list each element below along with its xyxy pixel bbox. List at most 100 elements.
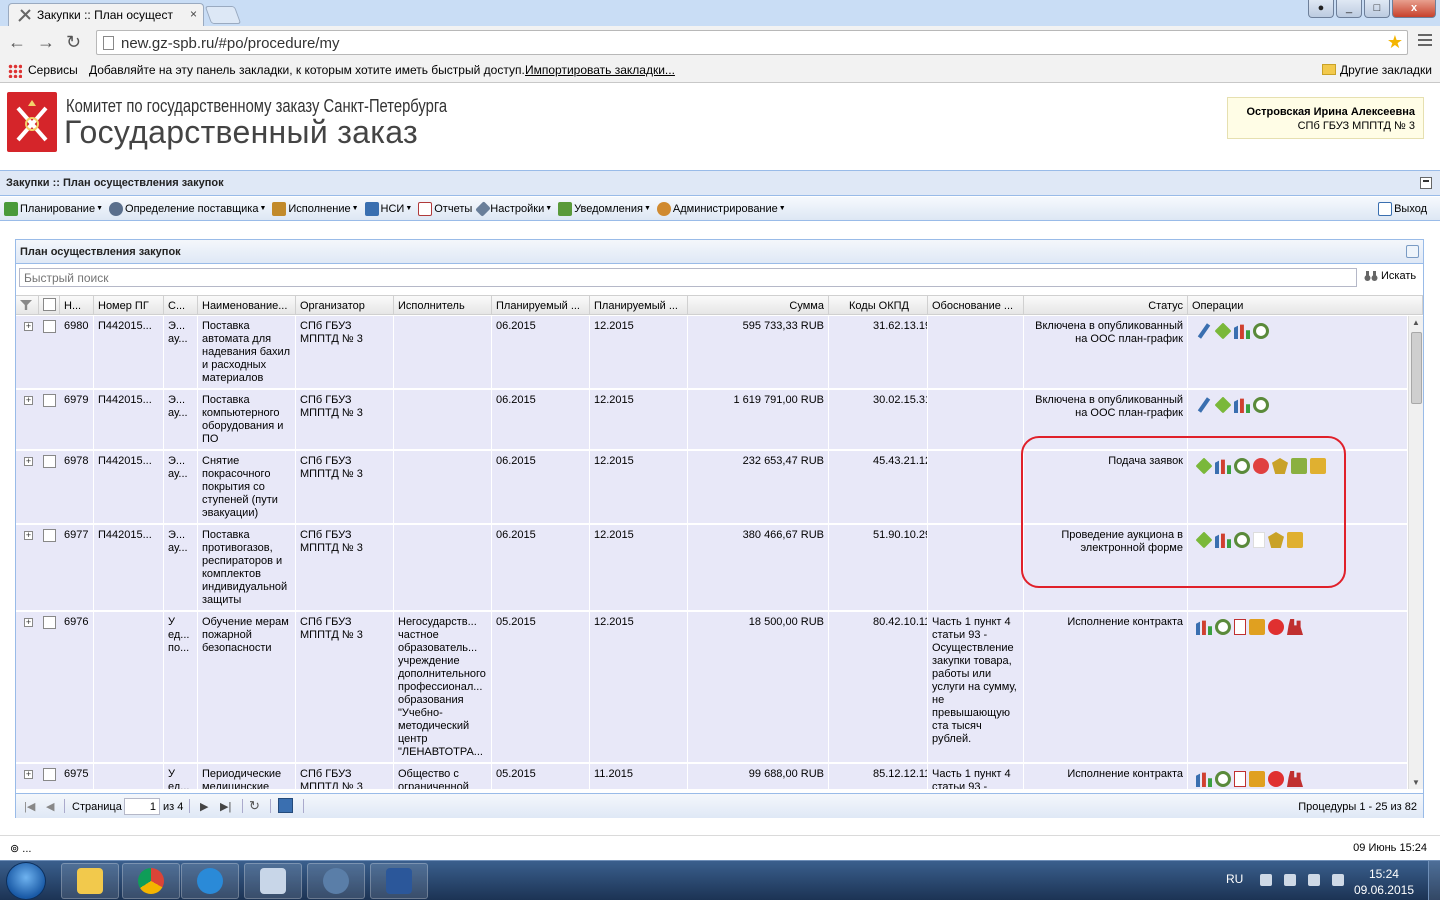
chart-icon[interactable] <box>1234 398 1250 413</box>
first-page-icon[interactable]: |◀ <box>24 800 35 813</box>
grid-vertical-scrollbar[interactable]: ▲ ▼ <box>1408 316 1423 789</box>
close-window-button[interactable]: x <box>1392 0 1436 18</box>
refresh-panel-icon[interactable] <box>1406 245 1419 258</box>
column-header-number[interactable]: Н... <box>60 296 94 315</box>
column-header-name[interactable]: Наименование... <box>198 296 296 315</box>
new-tab-button[interactable] <box>204 6 242 24</box>
url-input[interactable]: new.gz-spb.ru/#po/procedure/my ★ <box>96 30 1408 55</box>
taskbar-gz-app[interactable] <box>244 863 302 899</box>
page-number-input[interactable] <box>124 798 160 815</box>
column-header-planned-start[interactable]: Планируемый ... <box>492 296 590 315</box>
back-arrow-icon[interactable]: ← <box>8 33 26 51</box>
forward-arrow-icon[interactable]: → <box>37 33 55 51</box>
menu-reports[interactable]: Отчеты <box>418 201 472 216</box>
row-expand-icon[interactable]: + <box>24 322 33 331</box>
tab-close-icon[interactable]: × <box>190 7 197 21</box>
row-checkbox[interactable] <box>43 320 56 333</box>
volume-icon[interactable] <box>1332 874 1344 886</box>
table-row[interactable]: +6980 П442015... Э... ау... Поставка автома… <box>16 316 1408 389</box>
save-disk-icon[interactable] <box>278 798 293 813</box>
row-expand-icon[interactable]: + <box>24 457 33 466</box>
taskbar-mail[interactable] <box>307 863 365 899</box>
pencil-icon[interactable] <box>1197 323 1211 339</box>
last-page-icon[interactable]: ▶| <box>220 800 231 813</box>
menu-notifications[interactable]: Уведомления ▼ <box>558 201 651 216</box>
chart-icon[interactable] <box>1196 772 1212 787</box>
start-button[interactable] <box>6 862 46 900</box>
profile-icon[interactable]: ● <box>1308 0 1334 18</box>
tray-clock[interactable]: 15:24 09.06.2015 <box>1354 866 1414 898</box>
taskbar-word[interactable] <box>370 863 428 899</box>
gears-icon[interactable] <box>1253 397 1269 413</box>
chart-icon[interactable] <box>1196 620 1212 635</box>
menu-admin[interactable]: Администрирование ▼ <box>656 201 786 216</box>
column-header-sum[interactable]: Сумма <box>688 296 829 315</box>
menu-supplier[interactable]: Определение поставщика ▼ <box>109 201 266 216</box>
pen-doc-icon[interactable] <box>1249 619 1265 635</box>
report-icon[interactable] <box>1234 619 1246 635</box>
select-all-column[interactable] <box>39 296 60 315</box>
bookmark-star-icon[interactable]: ★ <box>1387 32 1403 53</box>
column-header-basis[interactable]: Обоснование ... <box>928 296 1024 315</box>
filter-icon[interactable] <box>20 300 32 310</box>
column-header-executor[interactable]: Исполнитель <box>394 296 492 315</box>
column-header-status[interactable]: Статус <box>1024 296 1188 315</box>
row-checkbox[interactable] <box>43 768 56 781</box>
record-icon[interactable] <box>1268 619 1284 635</box>
people-icon[interactable] <box>1287 619 1303 635</box>
select-all-checkbox[interactable] <box>43 298 56 311</box>
column-header-okpd[interactable]: Коды ОКПД <box>829 296 928 315</box>
column-header-planned-end[interactable]: Планируемый ... <box>590 296 688 315</box>
show-desktop-button[interactable] <box>1428 861 1440 900</box>
row-expand-icon[interactable]: + <box>24 770 33 779</box>
menu-nsi[interactable]: НСИ ▼ <box>364 201 412 216</box>
column-header-plan-number[interactable]: Номер ПГ <box>94 296 164 315</box>
gears-icon[interactable] <box>1253 323 1269 339</box>
gears-icon[interactable] <box>1215 619 1231 635</box>
tag-icon[interactable] <box>1214 396 1232 414</box>
taskbar-chrome[interactable] <box>122 863 180 899</box>
table-row[interactable]: +6976 У ед... по... Обучение мерам пожарно… <box>16 612 1408 763</box>
row-checkbox[interactable] <box>43 529 56 542</box>
row-checkbox[interactable] <box>43 455 56 468</box>
apps-grid-icon[interactable] <box>8 64 22 78</box>
browser-tab[interactable]: Закупки :: План осущест × <box>8 3 204 26</box>
action-center-flag-icon[interactable] <box>1284 874 1296 886</box>
language-indicator[interactable]: RU <box>1226 872 1243 886</box>
prev-page-icon[interactable]: ◀ <box>46 800 54 813</box>
user-info-box[interactable]: Островская Ирина Алексеевна СПб ГБУЗ МПП… <box>1227 97 1424 139</box>
quick-search-input[interactable] <box>19 268 1357 287</box>
scroll-thumb[interactable] <box>1411 332 1422 404</box>
minimize-button[interactable]: _ <box>1336 0 1362 18</box>
tray-arrow-icon[interactable] <box>1260 874 1272 886</box>
import-bookmarks-link[interactable]: Импортировать закладки... <box>525 63 675 77</box>
taskbar-explorer[interactable] <box>61 863 119 899</box>
chart-icon[interactable] <box>1234 324 1250 339</box>
column-header-method[interactable]: С... <box>164 296 198 315</box>
menu-settings[interactable]: Настройки ▼ <box>475 200 552 217</box>
bookmark-services[interactable]: Сервисы <box>28 63 78 77</box>
maximize-button[interactable]: □ <box>1364 0 1390 18</box>
taskbar-ie[interactable] <box>181 863 239 899</box>
row-expand-icon[interactable]: + <box>24 531 33 540</box>
scroll-up-arrow-icon[interactable]: ▲ <box>1412 318 1420 327</box>
column-header-operations[interactable]: Операции <box>1188 296 1423 315</box>
table-row[interactable]: +6975 У ед... Периодические медицинские СПб… <box>16 764 1408 789</box>
collapse-panel-icon[interactable] <box>1420 177 1432 189</box>
next-page-icon[interactable]: ▶ <box>200 800 208 813</box>
row-expand-icon[interactable]: + <box>24 618 33 627</box>
pencil-icon[interactable] <box>1197 397 1211 413</box>
menu-planning[interactable]: Планирование ▼ <box>4 201 103 216</box>
people-icon[interactable] <box>1287 771 1303 787</box>
network-icon[interactable] <box>1308 874 1320 886</box>
row-checkbox[interactable] <box>43 616 56 629</box>
browser-menu-icon[interactable] <box>1418 34 1432 46</box>
refresh-grid-icon[interactable]: ↻ <box>249 798 260 814</box>
pen-doc-icon[interactable] <box>1249 771 1265 787</box>
row-expand-icon[interactable]: + <box>24 396 33 405</box>
tag-icon[interactable] <box>1214 322 1232 340</box>
exit-button[interactable]: Выход <box>1378 202 1427 216</box>
scroll-down-arrow-icon[interactable]: ▼ <box>1412 778 1420 787</box>
gears-icon[interactable] <box>1215 771 1231 787</box>
search-button[interactable]: Искать <box>1361 267 1418 288</box>
